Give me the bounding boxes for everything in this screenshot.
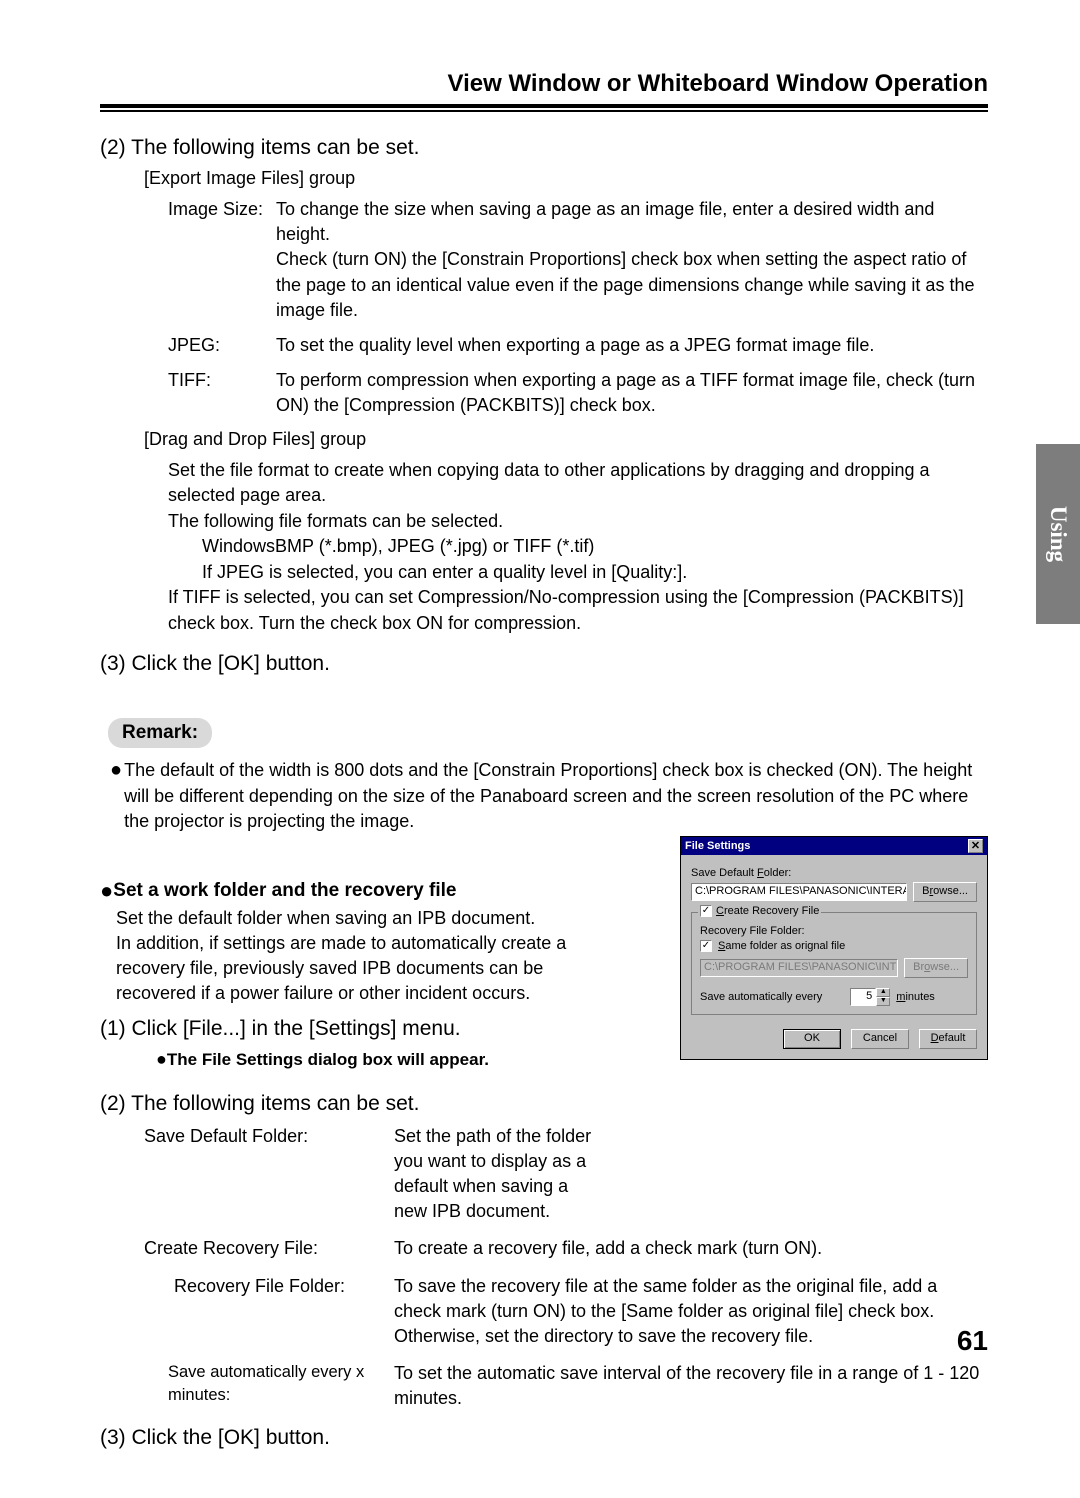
create-recovery-legend[interactable]: ✓ Create Recovery File bbox=[698, 905, 821, 917]
page-header: View Window or Whiteboard Window Operati… bbox=[100, 70, 988, 108]
s2-step1-sub-text: The File Settings dialog box will appear… bbox=[167, 1050, 489, 1069]
rff-text: To save the recovery file at the same fo… bbox=[394, 1274, 988, 1350]
step-2: (2) The following items can be set. bbox=[100, 136, 988, 160]
side-tab-label: Using bbox=[1045, 506, 1071, 562]
jpeg-label: JPEG: bbox=[168, 333, 276, 358]
tiff-label: TIFF: bbox=[168, 368, 276, 418]
step-3: (3) Click the [OK] button. bbox=[100, 652, 988, 676]
create-recovery-label: Create Recovery File bbox=[716, 905, 819, 917]
dialog-titlebar: File Settings ✕ bbox=[681, 837, 987, 855]
bullet-icon: ● bbox=[110, 758, 122, 834]
def-auto-save: Save automatically every x minutes: To s… bbox=[168, 1361, 988, 1411]
sdf-text: Set the path of the folder you want to d… bbox=[394, 1124, 594, 1225]
header-rule bbox=[100, 110, 988, 112]
spinner-buttons[interactable]: ▲▼ bbox=[876, 988, 890, 1006]
bullet-icon: ● bbox=[100, 878, 113, 903]
close-button[interactable]: ✕ bbox=[968, 839, 983, 853]
s2-step1: (1) Click [File...] in the [Settings] me… bbox=[100, 1017, 680, 1041]
def-save-default-folder: Save Default Folder: Set the path of the… bbox=[144, 1124, 988, 1225]
auto-save-post: minutes bbox=[896, 991, 935, 1003]
auto-save-spinner[interactable]: 5 ▲▼ bbox=[850, 988, 890, 1006]
dialog-title-text: File Settings bbox=[685, 840, 750, 852]
checkbox-icon[interactable]: ✓ bbox=[700, 905, 712, 917]
browse-button-disabled: Browse... bbox=[904, 958, 968, 978]
create-recovery-fieldset: ✓ Create Recovery File Recovery File Fol… bbox=[691, 912, 977, 1015]
save-default-folder-label: Save Default Folder: bbox=[691, 867, 977, 879]
drag-l3: WindowsBMP (*.bmp), JPEG (*.jpg) or TIFF… bbox=[168, 534, 988, 560]
rff-label: Recovery File Folder: bbox=[144, 1274, 394, 1350]
same-folder-row[interactable]: ✓ Same folder as orignal file bbox=[700, 940, 968, 952]
bullet-icon: ● bbox=[156, 1049, 167, 1069]
def-image-size: Image Size: To change the size when savi… bbox=[168, 197, 988, 323]
def-jpeg: JPEG: To set the quality level when expo… bbox=[168, 333, 988, 358]
browse-button[interactable]: Browse... bbox=[913, 882, 977, 902]
image-size-label: Image Size: bbox=[168, 197, 276, 323]
section-work-folder-title: Set a work folder and the recovery file bbox=[113, 880, 456, 901]
default-button[interactable]: Default bbox=[919, 1029, 977, 1049]
def-create-recovery: Create Recovery File: To create a recove… bbox=[144, 1236, 988, 1261]
file-settings-dialog: File Settings ✕ Save Default Folder: C:\… bbox=[680, 836, 988, 1060]
s2-step1-sub: ●The File Settings dialog box will appea… bbox=[156, 1049, 680, 1070]
ok-button[interactable]: OK bbox=[783, 1029, 841, 1049]
export-group-label: [Export Image Files] group bbox=[144, 168, 988, 189]
auto-label: Save automatically every x minutes: bbox=[168, 1361, 394, 1411]
drag-l5: If TIFF is selected, you can set Compres… bbox=[168, 585, 988, 636]
crf-text: To create a recovery file, add a check m… bbox=[394, 1236, 988, 1261]
page-number: 61 bbox=[957, 1325, 988, 1357]
dialog-body: Save Default Folder: C:\PROGRAM FILES\PA… bbox=[681, 855, 987, 1059]
section2-intro: Set the default folder when saving an IP… bbox=[116, 906, 596, 1007]
remark-pill: Remark: bbox=[108, 718, 212, 748]
checkbox-icon[interactable]: ✓ bbox=[700, 940, 712, 952]
drag-l4: If JPEG is selected, you can enter a qua… bbox=[168, 560, 988, 586]
s2-step2: (2) The following items can be set. bbox=[100, 1092, 680, 1116]
sdf-label: Save Default Folder: bbox=[144, 1124, 394, 1225]
s2-step3: (3) Click the [OK] button. bbox=[100, 1426, 988, 1450]
drag-l2: The following file formats can be select… bbox=[168, 509, 988, 535]
side-tab-using: Using bbox=[1036, 444, 1080, 624]
image-size-text: To change the size when saving a page as… bbox=[276, 197, 988, 323]
save-default-folder-input[interactable]: C:\PROGRAM FILES\PANASONIC\INTERAC bbox=[691, 883, 907, 901]
section-work-folder: ●Set a work folder and the recovery file bbox=[100, 878, 680, 904]
same-folder-label: Same folder as orignal file bbox=[718, 940, 845, 952]
crf-label: Create Recovery File: bbox=[144, 1236, 394, 1261]
drag-block: Set the file format to create when copyi… bbox=[168, 458, 988, 637]
recovery-folder-input: C:\PROGRAM FILES\PANASONIC\INTERAC bbox=[700, 959, 898, 977]
cancel-button[interactable]: Cancel bbox=[851, 1029, 909, 1049]
manual-page: View Window or Whiteboard Window Operati… bbox=[0, 0, 1080, 1498]
recovery-folder-label: Recovery File Folder: bbox=[700, 925, 968, 937]
jpeg-text: To set the quality level when exporting … bbox=[276, 333, 988, 358]
remark-text: The default of the width is 800 dots and… bbox=[124, 758, 988, 834]
remark-row: ● The default of the width is 800 dots a… bbox=[110, 758, 988, 834]
def-recovery-folder: Recovery File Folder: To save the recove… bbox=[144, 1274, 988, 1350]
auto-save-pre: Save automatically every bbox=[700, 991, 822, 1003]
tiff-text: To perform compression when exporting a … bbox=[276, 368, 988, 418]
auto-save-value[interactable]: 5 bbox=[850, 988, 876, 1006]
drag-group-label: [Drag and Drop Files] group bbox=[144, 429, 988, 450]
drag-l1: Set the file format to create when copyi… bbox=[168, 458, 988, 509]
def-tiff: TIFF: To perform compression when export… bbox=[168, 368, 988, 418]
auto-text: To set the automatic save interval of th… bbox=[394, 1361, 988, 1411]
